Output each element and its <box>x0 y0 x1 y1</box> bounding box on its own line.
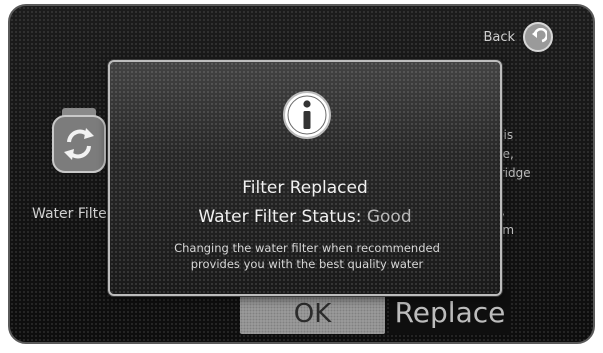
appliance-screen: Back Water Filter t is ge, tridge " s, o… <box>0 0 603 353</box>
status-label: Water Filter Status: <box>198 207 362 227</box>
dialog-title: Filter Replaced <box>242 178 368 198</box>
info-icon <box>282 90 332 140</box>
background-description: t is ge, tridge " s, om <box>495 128 531 237</box>
back-label: Back <box>483 29 515 45</box>
message-line-1: Changing the water filter when recommend… <box>174 241 440 255</box>
filter-cartridge-icon[interactable] <box>50 106 108 176</box>
filter-replaced-dialog: Filter Replaced Water Filter Status: Goo… <box>108 60 502 296</box>
ok-button[interactable]: OK <box>240 294 385 334</box>
message-line-2: provides you with the best quality water <box>190 257 424 271</box>
replace-button[interactable]: Replace <box>390 290 510 334</box>
status-value: Good <box>366 207 412 227</box>
back-arrow-icon <box>523 22 553 52</box>
back-button[interactable]: Back <box>483 22 553 52</box>
filter-status: Water Filter Status: Good <box>110 207 500 227</box>
dialog-message: Changing the water filter when recommend… <box>130 240 484 272</box>
